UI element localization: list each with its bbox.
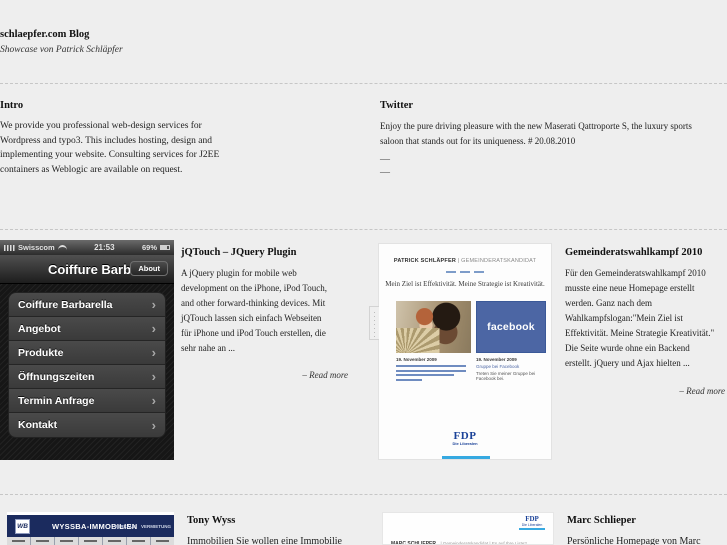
tony-wyss-post-thumbnail[interactable]: WB WYSSBA-IMMOBILIEN VERKAUF VERMIETUNG	[7, 512, 174, 545]
marc-site-title-line: MARC SCHLIEPER | Gemeinderatskandidat | …	[391, 541, 527, 545]
fdp-logo: FDP Die Liberalen	[452, 430, 478, 446]
iphone-menu-item: Angebot ›	[9, 317, 165, 341]
post-body-tony-wyss: Immobilien Sie wollen eine Immobilie	[187, 536, 342, 545]
post-body-marc-schlieper: Persönliche Homepage von Marc	[567, 536, 701, 545]
facebook-box: facebook	[476, 301, 546, 353]
chevron-right-icon: ›	[151, 417, 156, 433]
read-more-link[interactable]: – Read more	[181, 370, 348, 380]
wyssba-menu-bar	[7, 537, 174, 545]
fdp-logo-underline	[519, 528, 545, 530]
wyssba-logo: WB	[15, 518, 30, 534]
site-subtitle: Showcase von Patrick Schläpfer	[0, 45, 123, 55]
carrier-label: Swisscom	[18, 243, 55, 252]
facebook-group-text: Treten Sie meiner Gruppe bei Facebook be…	[476, 371, 536, 381]
tweet-text: Enjoy the pure driving pleasure with the…	[380, 121, 692, 146]
side-tab-widget	[369, 306, 379, 340]
fdp-logo-small: FDP Die Liberalen	[519, 515, 545, 530]
post-body-wahlkampf: Für den Gemeinderatswahlkampf 2010 musst…	[565, 268, 715, 368]
campaign-post-date: 19. November 2009	[396, 357, 437, 362]
iphone-menu-item: Coiffure Barbarella ›	[9, 293, 165, 317]
iphone-menu-item: Produkte ›	[9, 341, 165, 365]
tweet-dash: —	[380, 167, 390, 178]
wyssba-top-nav: VERKAUF VERMIETUNG	[114, 523, 171, 529]
read-more-link[interactable]: – Read more	[565, 386, 725, 396]
tweet-dash: —	[380, 154, 390, 165]
facebook-group-link: Gruppe bei Facebook	[476, 364, 520, 369]
campaign-post-date: 19. November 2009	[476, 357, 517, 362]
facebook-logo: facebook	[487, 321, 535, 333]
chevron-right-icon: ›	[151, 297, 156, 312]
battery-percent-label: 69%	[141, 243, 157, 252]
iphone-status-bar: Swisscom 21:53 69%	[0, 240, 174, 255]
chevron-right-icon: ›	[151, 321, 156, 336]
campaign-photo-thumbnail	[396, 301, 471, 353]
iphone-menu-item: Öffnungszeiten ›	[9, 365, 165, 389]
blog-page: schlaepfer.com Blog Showcase von Patrick…	[0, 0, 727, 545]
campaign-site-header: PATRICK SCHLÄPFER | GEMEINDERATSKANDIDAT	[393, 258, 537, 264]
divider	[0, 83, 727, 84]
about-button: About	[130, 261, 168, 276]
intro-text: We provide you professional web-design s…	[0, 121, 220, 175]
iphone-menu-item: Termin Anfrage ›	[9, 389, 165, 413]
post-title-marc-schlieper[interactable]: Marc Schlieper	[567, 515, 636, 526]
signal-strength-icon	[4, 244, 15, 251]
fdp-logo-underline	[442, 456, 490, 459]
divider	[0, 229, 727, 230]
campaign-site-nav	[379, 271, 551, 273]
post-title-wahlkampf[interactable]: Gemeinderatswahlkampf 2010	[565, 247, 702, 258]
wahlkampf-post-thumbnail[interactable]: PATRICK SCHLÄPFER | GEMEINDERATSKANDIDAT…	[369, 243, 552, 460]
intro-heading: Intro	[0, 100, 24, 111]
divider	[0, 494, 727, 495]
tweet-placeholder-dashes: — —	[380, 153, 390, 179]
iphone-menu-list: Coiffure Barbarella › Angebot › Produkte…	[8, 292, 166, 438]
jqtouch-post-thumbnail[interactable]: Swisscom 21:53 69% Coiffure Barb… About …	[0, 240, 174, 460]
clock-label: 21:53	[94, 243, 115, 252]
campaign-slogan: Mein Ziel ist Effektivität. Meine Strate…	[385, 280, 545, 288]
wyssba-header-bar: WB WYSSBA-IMMOBILIEN VERKAUF VERMIETUNG	[7, 515, 174, 537]
post-body-jqtouch: A jQuery plugin for mobile web developme…	[181, 268, 327, 353]
chevron-right-icon: ›	[151, 345, 156, 360]
twitter-heading: Twitter	[380, 100, 414, 111]
post-title-tony-wyss[interactable]: Tony Wyss	[187, 515, 235, 526]
campaign-post-text-lines	[396, 365, 466, 383]
chevron-right-icon: ›	[151, 369, 156, 384]
iphone-navbar: Coiffure Barb… About	[0, 255, 174, 284]
marc-schlieper-post-thumbnail[interactable]: FDP Die Liberalen MARC SCHLIEPER | Gemei…	[382, 512, 554, 545]
wifi-icon	[57, 245, 67, 250]
battery-icon	[160, 245, 170, 250]
post-title-jqtouch[interactable]: jQTouch – JQuery Plugin	[181, 247, 296, 258]
chevron-right-icon: ›	[151, 393, 156, 408]
iphone-menu-item: Kontakt ›	[9, 413, 165, 437]
site-title[interactable]: schlaepfer.com Blog	[0, 29, 89, 40]
